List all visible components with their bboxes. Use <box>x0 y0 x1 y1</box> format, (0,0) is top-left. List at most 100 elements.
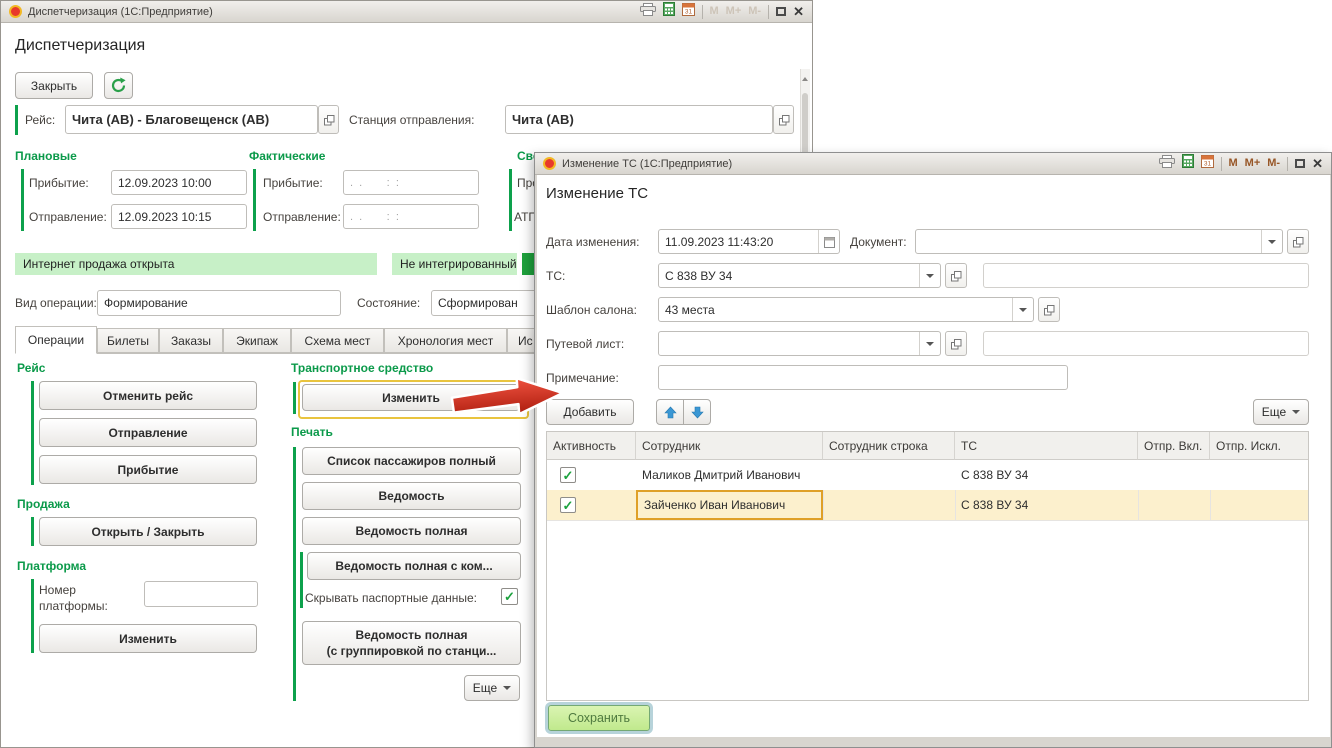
tab-seat-map[interactable]: Схема мест <box>291 328 384 353</box>
document-open-button[interactable] <box>1287 229 1309 254</box>
scroll-up-icon[interactable] <box>802 77 808 81</box>
route-group-bar <box>15 105 18 135</box>
cancel-flight-button[interactable]: Отменить рейс <box>39 381 257 410</box>
memory-m-icon[interactable]: M <box>1229 158 1238 169</box>
employee-cell-selected[interactable]: Зайченко Иван Иванович <box>636 490 823 520</box>
waybill-label: Путевой лист: <box>546 337 624 351</box>
move-down-button[interactable] <box>683 399 711 425</box>
route-field[interactable]: Чита (АВ) - Благовещенск (АВ) <box>65 105 318 134</box>
hide-passport-checkbox[interactable]: ✓ <box>501 588 518 605</box>
document-field[interactable] <box>915 229 1283 254</box>
close-icon[interactable]: ✕ <box>793 5 804 18</box>
col-header-depart-excl[interactable]: Отпр. Искл. <box>1210 432 1308 460</box>
waybill-open-button[interactable] <box>945 331 967 356</box>
tab-tickets[interactable]: Билеты <box>97 328 159 353</box>
document-dropdown-button[interactable] <box>1261 230 1282 253</box>
close-icon[interactable]: ✕ <box>1312 157 1323 170</box>
print-icon[interactable] <box>1159 155 1175 173</box>
vehicle-extra-field[interactable] <box>983 263 1309 288</box>
calendar-icon[interactable]: 31 <box>682 2 695 21</box>
salon-open-button[interactable] <box>1038 297 1060 322</box>
print-more-button[interactable]: Еще <box>464 675 520 701</box>
arrival-button[interactable]: Прибытие <box>39 455 257 484</box>
maximize-icon[interactable] <box>776 7 786 16</box>
salon-dropdown-button[interactable] <box>1012 298 1033 321</box>
row-divider <box>547 520 1308 521</box>
platform-change-button[interactable]: Изменить <box>39 624 257 653</box>
vehicle-label: ТС: <box>546 269 565 283</box>
employee-cell[interactable]: Маликов Дмитрий Иванович <box>636 460 823 490</box>
row-active-checkbox[interactable]: ✓ <box>560 497 576 513</box>
memory-m-plus-icon[interactable]: M+ <box>1245 158 1261 169</box>
col-header-employee[interactable]: Сотрудник <box>636 432 823 460</box>
calculator-icon[interactable] <box>663 2 675 21</box>
1c-logo-icon <box>9 5 22 18</box>
print-icon[interactable] <box>640 3 656 21</box>
tab-orders[interactable]: Заказы <box>159 328 223 353</box>
employee-row-cell[interactable] <box>823 460 955 490</box>
depart-incl-cell[interactable] <box>1138 490 1210 520</box>
col-header-depart-incl[interactable]: Отпр. Вкл. <box>1138 432 1210 460</box>
print-subgroup-bar <box>300 552 303 608</box>
actual-arrival-field[interactable]: . . : : <box>343 170 479 195</box>
vehicle-value: С 838 ВУ 34 <box>665 269 732 283</box>
memory-m-minus-icon[interactable]: M- <box>1267 158 1280 169</box>
note-field[interactable] <box>658 365 1068 390</box>
memory-m-icon: M <box>710 6 719 17</box>
departure-button[interactable]: Отправление <box>39 418 257 447</box>
operation-type-field[interactable]: Формирование <box>97 290 341 316</box>
col-header-active[interactable]: Активность <box>547 432 636 460</box>
actual-departure-field[interactable]: . . : : <box>343 204 479 229</box>
sheet-full-com-button[interactable]: Ведомость полная с ком... <box>307 552 521 580</box>
waybill-dropdown-button[interactable] <box>919 332 940 355</box>
sheet-grouped-button[interactable]: Ведомость полная (с группировкой по стан… <box>302 621 521 665</box>
platform-number-field[interactable] <box>144 581 258 607</box>
vehicle-dropdown-button[interactable] <box>919 264 940 287</box>
vehicle-open-button[interactable] <box>945 263 967 288</box>
close-form-button[interactable]: Закрыть <box>15 72 93 99</box>
move-up-button[interactable] <box>656 399 684 425</box>
ts-cell[interactable]: С 838 ВУ 34 <box>955 490 1138 520</box>
date-value: 11.09.2023 11:43:20 <box>665 235 773 249</box>
sheet-full-button[interactable]: Ведомость полная <box>302 517 521 545</box>
tab-crew[interactable]: Экипаж <box>223 328 291 353</box>
operation-type-label: Вид операции: <box>15 296 97 310</box>
salon-template-field[interactable]: 43 места <box>658 297 1034 322</box>
station-open-button[interactable] <box>773 105 794 134</box>
depart-excl-cell[interactable] <box>1210 490 1308 520</box>
calculator-icon[interactable] <box>1182 154 1194 173</box>
planned-arrival-field[interactable]: 12.09.2023 10:00 <box>111 170 247 195</box>
tab-operations[interactable]: Операции <box>15 326 97 354</box>
open-close-button[interactable]: Открыть / Закрыть <box>39 517 257 546</box>
tab-seat-history[interactable]: Хронология мест <box>384 328 507 353</box>
row-active-checkbox[interactable]: ✓ <box>560 467 576 483</box>
employee-row-cell[interactable] <box>823 490 955 520</box>
waybill-field[interactable] <box>658 331 941 356</box>
print-section-title: Печать <box>291 425 333 439</box>
route-open-button[interactable] <box>318 105 339 134</box>
planned-departure-field[interactable]: 12.09.2023 10:15 <box>111 204 247 229</box>
col-header-ts[interactable]: ТС <box>955 432 1138 460</box>
chevron-down-icon <box>1268 240 1276 244</box>
station-field[interactable]: Чита (АВ) <box>505 105 773 134</box>
depart-excl-cell[interactable] <box>1210 460 1308 490</box>
ts-cell[interactable]: С 838 ВУ 34 <box>955 460 1138 490</box>
depart-incl-cell[interactable] <box>1138 460 1210 490</box>
date-field[interactable]: 11.09.2023 11:43:20 <box>658 229 840 254</box>
vehicle-field[interactable]: С 838 ВУ 34 <box>658 263 941 288</box>
sheet-button[interactable]: Ведомость <box>302 482 521 510</box>
waybill-extra-field[interactable] <box>983 331 1309 356</box>
maximize-icon[interactable] <box>1295 159 1305 168</box>
refresh-button[interactable] <box>104 72 133 99</box>
calendar-icon[interactable]: 31 <box>1201 154 1214 173</box>
table-row[interactable]: ✓ Маликов Дмитрий Иванович С 838 ВУ 34 <box>547 460 1308 490</box>
date-calendar-button[interactable] <box>818 230 839 253</box>
chevron-down-icon <box>1292 410 1300 414</box>
col-header-employee-row[interactable]: Сотрудник строка <box>823 432 955 460</box>
planned-arrival-label: Прибытие: <box>29 176 89 190</box>
table-row-selected[interactable]: ✓ Зайченко Иван Иванович С 838 ВУ 34 <box>547 490 1308 520</box>
tab-label: Операции <box>28 333 84 347</box>
table-more-button[interactable]: Еще <box>1253 399 1309 425</box>
passengers-list-button[interactable]: Список пассажиров полный <box>302 447 521 475</box>
save-button[interactable]: Сохранить <box>548 705 650 731</box>
